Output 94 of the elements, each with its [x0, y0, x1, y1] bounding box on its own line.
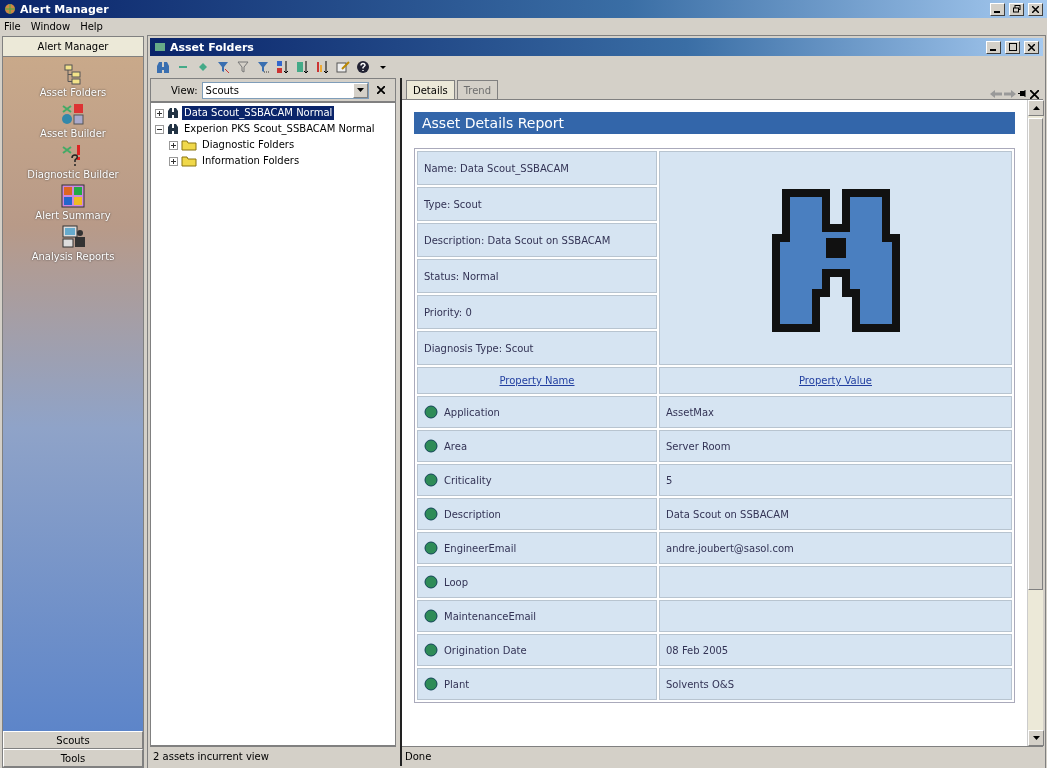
app-icon: [4, 3, 16, 15]
property-value-cell: Data Scout on SSBACAM: [659, 498, 1012, 530]
scroll-thumb[interactable]: [1028, 118, 1043, 590]
property-name: Plant: [444, 678, 470, 690]
property-name: Origination Date: [444, 644, 527, 656]
window-title: Alert Manager: [20, 2, 110, 16]
forward-arrow-icon: [1004, 89, 1016, 99]
globe-icon: [424, 677, 438, 691]
binoculars-icon[interactable]: [156, 60, 170, 74]
filter-icon[interactable]: [236, 60, 250, 74]
binoculars-icon: [167, 123, 179, 135]
collapse-toggle[interactable]: [155, 124, 164, 134]
column-header-link[interactable]: Property Name: [499, 375, 575, 386]
child-window-title: Asset Folders: [170, 40, 255, 54]
up-arrow-icon: [1032, 106, 1040, 110]
computer-person-icon: [61, 225, 85, 249]
sidebar-section-button[interactable]: Tools: [3, 749, 143, 767]
tree-item[interactable]: Data Scout_SSBACAM Normal: [182, 106, 335, 120]
minimize-button[interactable]: [986, 40, 1001, 54]
expand-toggle[interactable]: [155, 108, 164, 118]
property-name: Application: [444, 406, 500, 418]
sidebar-title: Alert Manager: [3, 37, 143, 57]
folder-icon: [181, 155, 197, 167]
restore-icon: [1012, 5, 1021, 13]
expand-toggle[interactable]: [169, 140, 178, 150]
menu-item[interactable]: Help: [80, 20, 103, 32]
view-label: View:: [171, 84, 198, 96]
view-dropdown[interactable]: Scouts: [201, 81, 369, 99]
tab[interactable]: Trend: [456, 80, 499, 99]
detail-cell: Diagnosis Type: Scout: [417, 331, 657, 365]
detail-cell: Name: Data Scout_SSBACAM: [417, 151, 657, 185]
property-name: Area: [444, 440, 467, 452]
filter-icon[interactable]: [256, 60, 270, 74]
report-title: Asset Details Report: [414, 112, 1015, 134]
scrollbar[interactable]: [1027, 100, 1043, 746]
detail-cell: Description: Data Scout on SSBACAM: [417, 223, 657, 257]
globe-icon: [424, 473, 438, 487]
property-name: Criticality: [444, 474, 492, 486]
globe-icon: [424, 575, 438, 589]
minimize-button[interactable]: [990, 2, 1005, 16]
expand-toggle[interactable]: [169, 156, 178, 166]
property-name: Description: [444, 508, 501, 520]
globe-icon: [424, 439, 438, 453]
globe-icon: [424, 541, 438, 555]
property-name: Loop: [444, 576, 468, 588]
down-arrow-icon: [1032, 736, 1040, 740]
tree-item[interactable]: Diagnostic Folders: [200, 138, 297, 152]
binoculars-icon: [167, 107, 179, 119]
close-button[interactable]: [1024, 40, 1039, 54]
globe-icon: [424, 643, 438, 657]
menu-item[interactable]: Window: [30, 20, 71, 32]
tree-item[interactable]: Experion PKS Scout_SSBACAM Normal: [182, 122, 377, 136]
restore-button[interactable]: [1009, 2, 1024, 16]
close-button[interactable]: [1028, 2, 1043, 16]
pin-icon: [1018, 89, 1028, 99]
close-icon: [377, 86, 385, 94]
property-value-cell: AssetMax: [659, 396, 1012, 428]
status-text: Done: [402, 746, 1043, 766]
maximize-button[interactable]: [1005, 40, 1020, 54]
detail-cell: Type: Scout: [417, 187, 657, 221]
window-icon: [154, 41, 166, 53]
tree-item[interactable]: Information Folders: [200, 154, 302, 168]
globe-icon: [424, 609, 438, 623]
property-value-cell: Solvents O&S: [659, 668, 1012, 700]
menu-item[interactable]: File: [4, 20, 21, 32]
property-value-cell: Server Room: [659, 430, 1012, 462]
column-header-link[interactable]: Property Value: [799, 375, 872, 386]
close-icon: [1032, 5, 1039, 13]
sort-icon[interactable]: [276, 60, 290, 74]
globe-icon: [424, 507, 438, 521]
funnel-icon[interactable]: [216, 60, 230, 74]
detail-cell: Priority: 0: [417, 295, 657, 329]
back-arrow-icon: [990, 89, 1002, 99]
maximize-icon: [1008, 43, 1017, 51]
property-name: MaintenanceEmail: [444, 610, 537, 622]
help-icon[interactable]: [356, 60, 370, 74]
property-value-cell: 08 Feb 2005: [659, 634, 1012, 666]
tree-icon: [62, 63, 84, 85]
close-icon: [1030, 90, 1039, 99]
folder-icon: [181, 139, 197, 151]
status-text: 2 assets incurrent view: [150, 746, 396, 766]
sort-icon[interactable]: [316, 60, 330, 74]
property-value-cell: andre.joubert@sasol.com: [659, 532, 1012, 564]
property-name: EngineerEmail: [444, 542, 517, 554]
sidebar-section-button[interactable]: Scouts: [3, 731, 143, 749]
detail-cell: Status: Normal: [417, 259, 657, 293]
chart-icon: [61, 184, 85, 208]
sort-icon[interactable]: [296, 60, 310, 74]
caret-icon: [357, 88, 364, 92]
globe-icon: [424, 405, 438, 419]
close-icon: [1028, 43, 1035, 51]
tab[interactable]: Details: [406, 80, 455, 99]
property-value-cell: 5: [659, 464, 1012, 496]
edit-icon[interactable]: [336, 60, 350, 74]
